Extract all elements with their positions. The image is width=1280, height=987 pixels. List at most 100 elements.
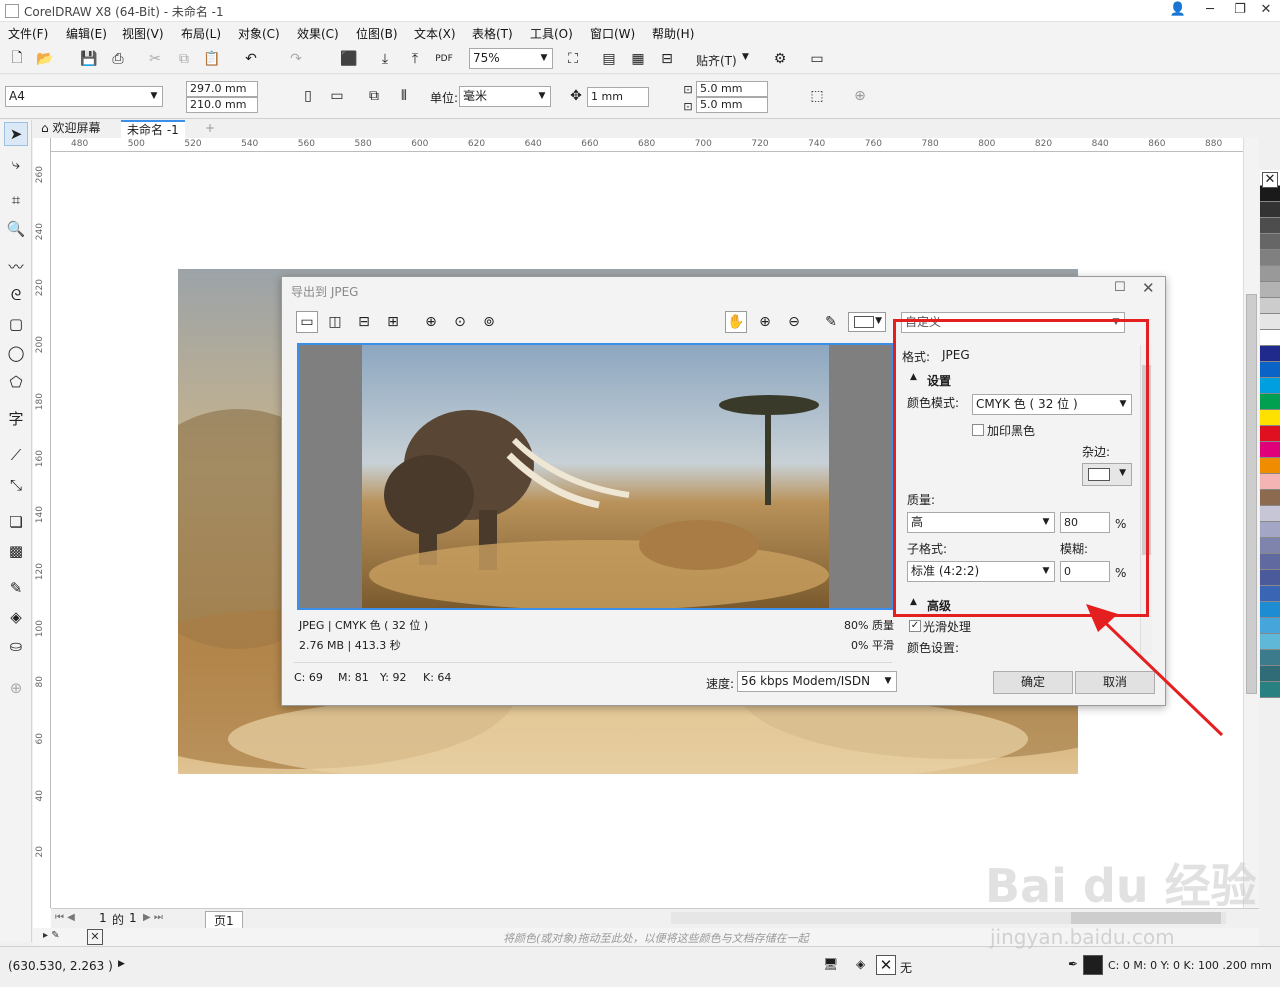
zoom-out-icon[interactable]: ⊖ — [783, 311, 805, 333]
units-select[interactable]: 毫米 ▼ — [459, 86, 551, 107]
two-horizontal-icon[interactable]: ⊟ — [353, 311, 375, 333]
zoom-select[interactable]: 75% ▼ — [469, 48, 553, 69]
palette-swatch[interactable] — [1260, 218, 1280, 234]
palette-swatch[interactable] — [1260, 618, 1280, 634]
palette-swatch[interactable] — [1260, 538, 1280, 554]
pdf-icon[interactable]: PDF — [433, 48, 455, 70]
menu-window[interactable]: 窗口(W) — [590, 25, 635, 42]
add-tool-icon[interactable]: ⊕ — [4, 676, 28, 700]
vertical-scrollbar[interactable] — [1243, 138, 1259, 908]
dialog-maximize-icon[interactable]: ☐ — [1114, 280, 1126, 295]
add-icon[interactable]: ⊕ — [849, 85, 871, 107]
tab-document[interactable]: 未命名 -1 — [121, 120, 185, 138]
palette-swatch[interactable] — [1260, 362, 1280, 378]
status-expand-icon[interactable]: ▶ — [118, 959, 125, 969]
close-button[interactable]: ✕ — [1252, 0, 1280, 21]
palette-swatch[interactable] — [1260, 570, 1280, 586]
all-pages-icon[interactable]: ⧉ — [363, 85, 385, 107]
snap-chevron-icon[interactable]: ▼ — [742, 52, 749, 62]
text-tool-icon[interactable]: 字 — [4, 406, 28, 430]
palette-arrow-icon[interactable]: ▸ ✎ — [43, 930, 60, 941]
cut-icon[interactable]: ✂ — [144, 48, 166, 70]
nudge-icon[interactable]: ✥ — [565, 85, 587, 107]
landscape-icon[interactable]: ▭ — [326, 85, 348, 107]
drop-shadow-tool-icon[interactable]: ❏ — [4, 510, 28, 534]
options-gear-icon[interactable]: ⚙ — [769, 48, 791, 70]
import-icon[interactable]: ⤓ — [374, 48, 396, 70]
palette-swatch[interactable] — [1260, 682, 1280, 698]
freehand-tool-icon[interactable]: 〰 — [4, 254, 28, 278]
rulers-icon[interactable]: ▤ — [598, 48, 620, 70]
paste-icon[interactable]: 📋 — [201, 48, 223, 70]
polygon-tool-icon[interactable]: ⬠ — [4, 370, 28, 394]
nudge-distance-input[interactable]: 1 mm — [587, 87, 649, 107]
ok-button[interactable]: 确定 — [993, 671, 1073, 694]
vertical-scroll-thumb[interactable] — [1246, 294, 1257, 694]
open-icon[interactable]: 📂 — [34, 48, 56, 70]
palette-swatch[interactable] — [1260, 394, 1280, 410]
nav-last-icon[interactable]: ▶ ⏭ — [143, 912, 163, 923]
save-icon[interactable]: 💾 — [78, 48, 100, 70]
treat-as-filled-icon[interactable]: ⬚ — [806, 85, 828, 107]
fill-bucket-icon[interactable]: ◈ — [856, 957, 865, 971]
zoom-in-icon[interactable]: ⊕ — [754, 311, 776, 333]
palette-swatch[interactable] — [1260, 298, 1280, 314]
portrait-icon[interactable]: ▯ — [297, 85, 319, 107]
smart-fill-icon[interactable]: ⛀ — [4, 634, 28, 658]
grid-icon[interactable]: ▦ — [627, 48, 649, 70]
transparency-tool-icon[interactable]: ▩ — [4, 539, 28, 563]
menu-text[interactable]: 文本(X) — [414, 25, 456, 42]
menu-help[interactable]: 帮助(H) — [652, 25, 694, 42]
palette-swatch[interactable] — [1260, 474, 1280, 490]
menu-file[interactable]: 文件(F) — [8, 25, 48, 42]
menu-edit[interactable]: 编辑(E) — [66, 25, 107, 42]
palette-swatch[interactable] — [1260, 602, 1280, 618]
app-launcher-icon[interactable]: ▭ — [806, 48, 828, 70]
anti-alias-checkbox[interactable]: ✓ — [909, 620, 921, 632]
duplicate-x-input[interactable]: 5.0 mm — [696, 81, 768, 97]
eyedropper-icon[interactable]: ✎ — [820, 311, 842, 333]
single-view-icon[interactable]: ▭ — [296, 311, 318, 333]
rectangle-tool-icon[interactable]: ▢ — [4, 312, 28, 336]
outline-pen-icon[interactable]: ✒ — [1068, 957, 1078, 971]
copy-icon[interactable]: ⧉ — [173, 48, 195, 70]
nav-first-icon[interactable]: ⏮ ◀ — [55, 912, 75, 923]
new-document-icon[interactable]: 🗋 — [6, 48, 28, 70]
menu-table[interactable]: 表格(T) — [472, 25, 513, 42]
palette-swatch[interactable] — [1260, 554, 1280, 570]
export-icon[interactable]: ⤒ — [404, 48, 426, 70]
artistic-media-icon[interactable]: ᘓ — [4, 283, 28, 307]
menu-bitmaps[interactable]: 位图(B) — [356, 25, 398, 42]
palette-swatch[interactable] — [1260, 490, 1280, 506]
no-color-icon[interactable]: ✕ — [1262, 172, 1278, 188]
no-color-swatch[interactable]: ✕ — [87, 929, 103, 945]
pan-hand-icon[interactable]: ✋ — [725, 311, 747, 333]
menu-object[interactable]: 对象(C) — [238, 25, 280, 42]
account-icon[interactable]: 👤 — [1164, 0, 1192, 21]
palette-swatch[interactable] — [1260, 666, 1280, 682]
palette-swatch[interactable] — [1260, 346, 1280, 362]
current-page-icon[interactable]: ⫴ — [393, 85, 415, 107]
zoom-fit-icon[interactable]: ⊕ — [420, 311, 442, 333]
dimension-tool-icon[interactable]: ⟋ — [4, 443, 28, 467]
pick-tool-icon[interactable]: ➤ — [4, 122, 28, 146]
full-screen-icon[interactable]: ⛶ — [562, 48, 584, 70]
palette-swatch[interactable] — [1260, 650, 1280, 666]
restore-button[interactable]: ❐ — [1226, 0, 1254, 21]
fill-none-swatch[interactable]: ✕ — [876, 955, 896, 975]
redo-icon[interactable]: ↷ — [285, 48, 307, 70]
zoom-one-to-one-icon[interactable]: ⊙ — [449, 311, 471, 333]
new-tab-icon[interactable]: + — [199, 120, 221, 138]
guidelines-icon[interactable]: ⊟ — [656, 48, 678, 70]
palette-swatch[interactable] — [1260, 426, 1280, 442]
color-proofing-icon[interactable]: 🖥 — [823, 957, 838, 971]
palette-swatch[interactable] — [1260, 266, 1280, 282]
page-width-input[interactable]: 297.0 mm — [186, 81, 258, 97]
zoom-100-icon[interactable]: ⊚ — [478, 311, 500, 333]
palette-swatch[interactable] — [1260, 250, 1280, 266]
palette-swatch[interactable] — [1260, 330, 1280, 346]
vertical-ruler[interactable]: 260 240 220 200 180 160 140 120 100 80 60 40 20 — [33, 138, 51, 908]
palette-swatch[interactable] — [1260, 282, 1280, 298]
export-preview[interactable] — [297, 343, 893, 610]
crop-tool-icon[interactable]: ⌗ — [4, 188, 28, 212]
